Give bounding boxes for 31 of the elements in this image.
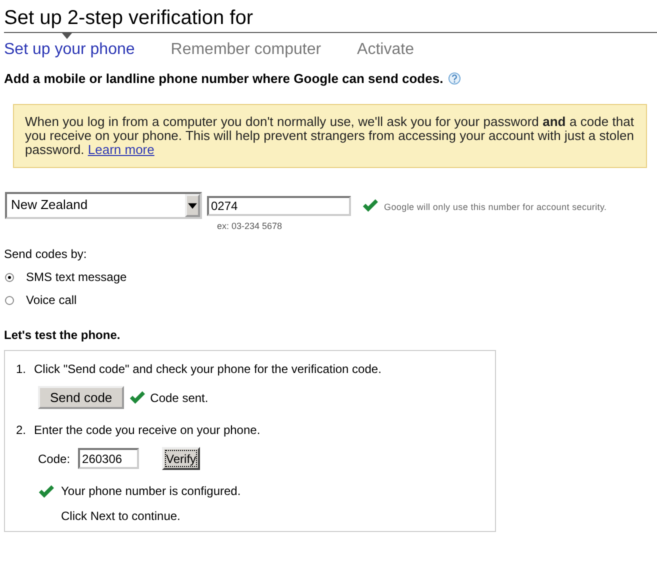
- step-tab[interactable]: Activate: [357, 33, 414, 59]
- send-codes-label: Send codes by:: [4, 247, 88, 261]
- step-text: Enter the code you receive on your phone.: [34, 423, 260, 437]
- checkmark-icon: [38, 484, 54, 498]
- notice-text: When you log in from a computer you don't normally use, we'll ask you for your password and a code that you receive on your phone. This will help prevent strangers from accessing your account with just a stolen password. Learn more: [25, 115, 634, 157]
- result-text: Your phone number is configured.: [61, 484, 241, 498]
- step-number: 1.: [16, 362, 26, 376]
- section-heading: Add a mobile or landline phone number where Google can send codes.: [4, 71, 444, 86]
- step-text: Click "Send code" and check your phone for the verification code.: [34, 362, 382, 376]
- country-dropdown[interactable]: New Zealand: [5, 192, 202, 219]
- send-code-button[interactable]: Send code: [38, 386, 124, 409]
- radio-label[interactable]: Voice call: [26, 293, 77, 307]
- code-label: Code:: [38, 452, 70, 466]
- step-number: 2.: [16, 423, 26, 437]
- radio-button[interactable]: [5, 296, 14, 304]
- example-hint: ex: 03-234 5678: [217, 221, 284, 231]
- step-tab[interactable]: Remember computer: [170, 33, 322, 59]
- next-hint: Click Next to continue.: [61, 509, 182, 523]
- status-text: Code sent.: [150, 390, 208, 404]
- step-tab[interactable]: Set up your phone: [4, 33, 135, 59]
- checkmark-icon: [129, 391, 146, 404]
- verify-button[interactable]: Verify: [162, 447, 200, 470]
- learn-more-link[interactable]: Learn more: [88, 142, 154, 157]
- radio-button[interactable]: [5, 272, 14, 282]
- code-field[interactable]: 260306: [78, 448, 140, 469]
- privacy-note: Google will only use this number for account security.: [384, 202, 607, 212]
- section-heading: Let's test the phone.: [4, 328, 122, 342]
- radio-label[interactable]: SMS text message: [26, 270, 127, 284]
- page-title: Set up 2-step verification for: [4, 0, 657, 33]
- phone-number-field[interactable]: 0274: [207, 196, 351, 216]
- help-icon[interactable]: [448, 72, 462, 85]
